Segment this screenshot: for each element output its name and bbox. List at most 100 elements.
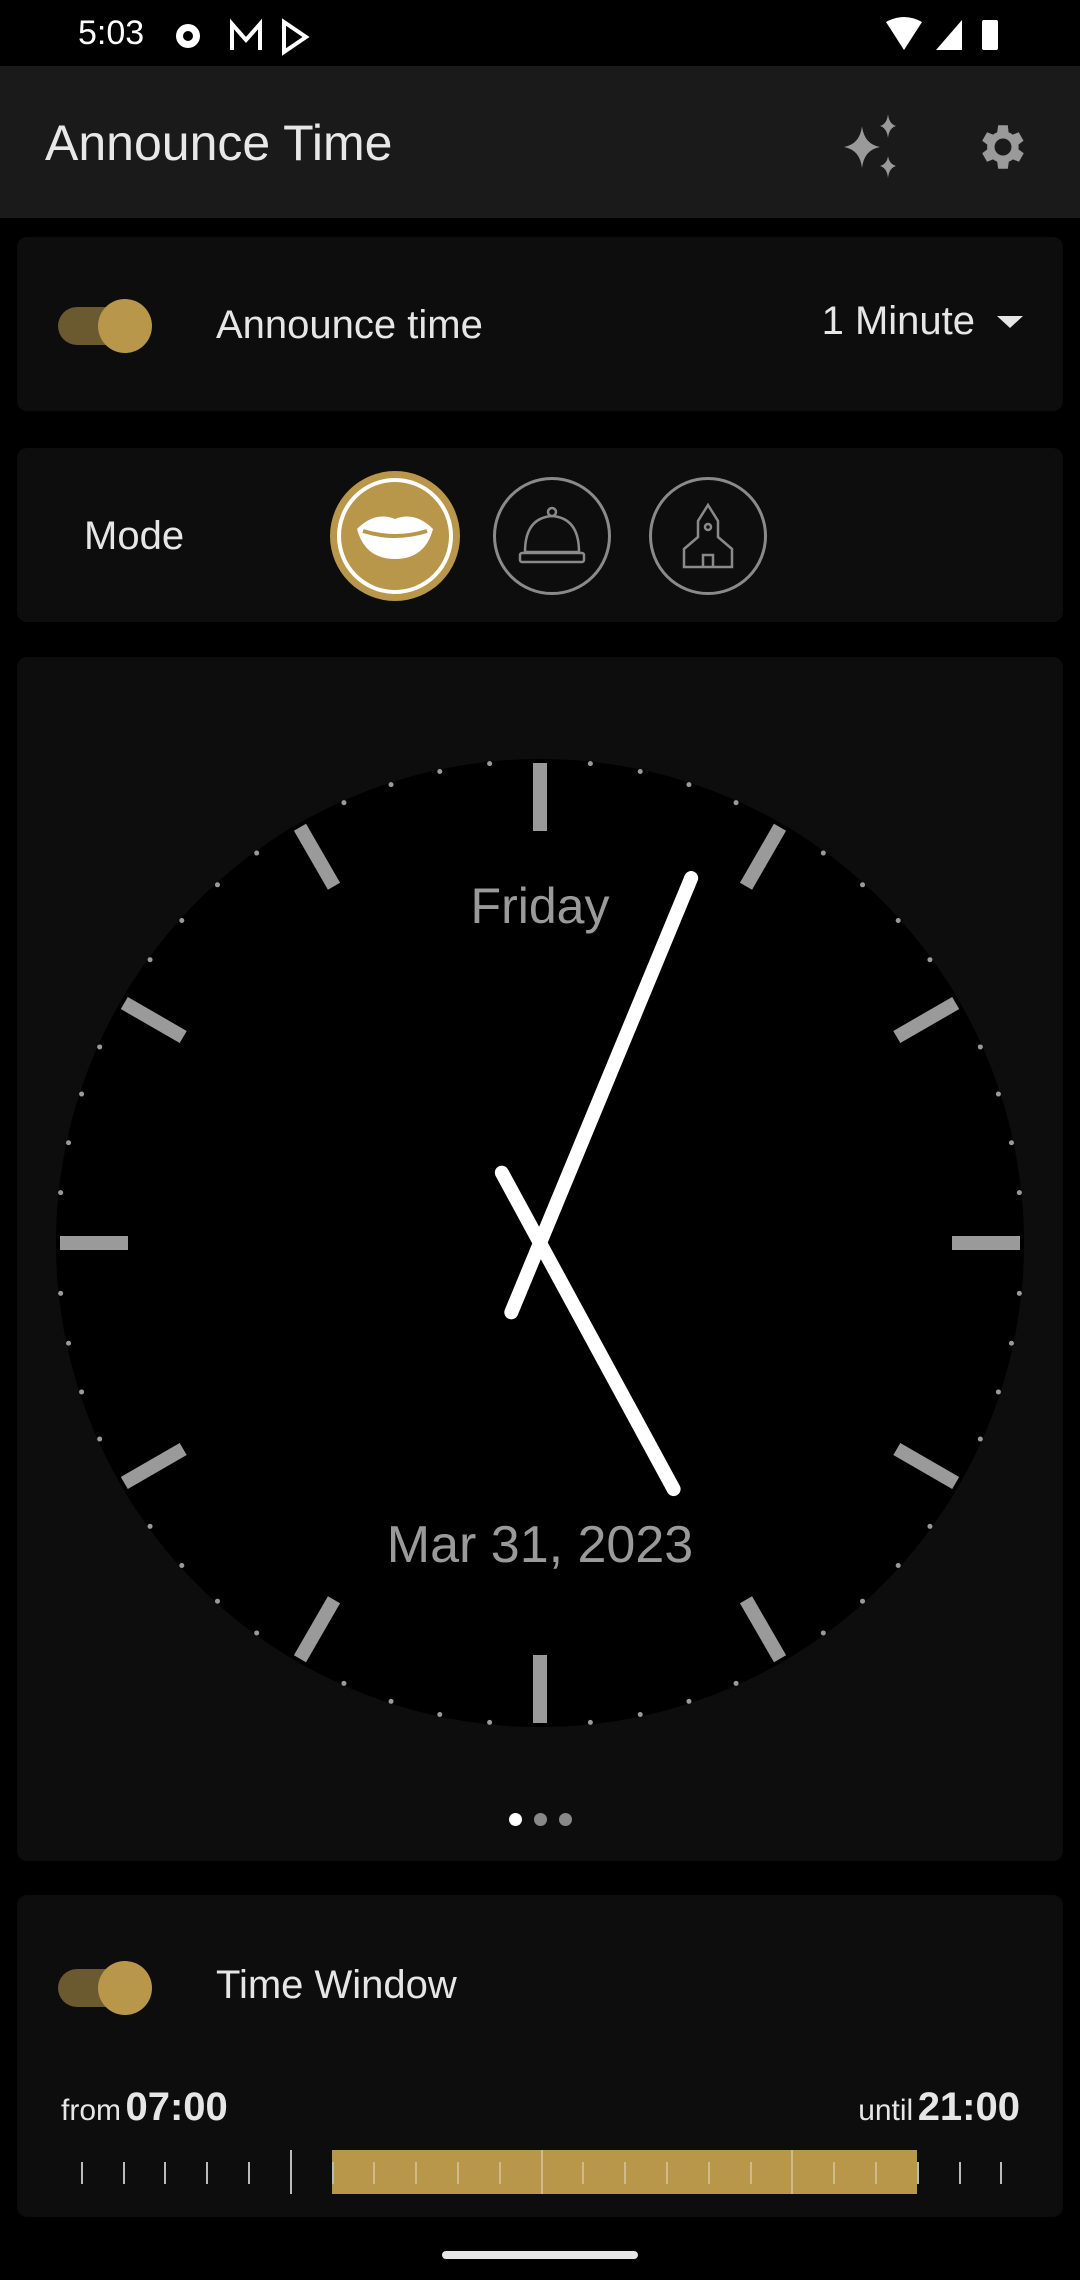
from-label: from bbox=[61, 2094, 121, 2127]
minute-dot bbox=[995, 1091, 1001, 1097]
clock-date: Mar 31, 2023 bbox=[386, 1516, 694, 1574]
until-value: 21:00 bbox=[917, 2085, 1020, 2129]
from-time[interactable]: from 07:00 bbox=[61, 2085, 228, 2130]
minute-dot bbox=[487, 1719, 493, 1725]
mode-label: Mode bbox=[84, 514, 185, 558]
hour-tick bbox=[540, 2150, 543, 2194]
page-dot[interactable] bbox=[533, 1813, 547, 1826]
hour-tick bbox=[457, 2162, 459, 2184]
mode-bell-button[interactable] bbox=[493, 477, 611, 595]
minute-dot bbox=[147, 957, 153, 963]
hour-tick bbox=[1000, 2162, 1003, 2184]
page-dot[interactable] bbox=[558, 1813, 572, 1826]
hour-tick bbox=[206, 2162, 209, 2184]
hour-tick bbox=[415, 2162, 418, 2184]
minute-dot bbox=[977, 1436, 983, 1442]
wifi-icon bbox=[886, 17, 922, 50]
page-dot[interactable] bbox=[508, 1813, 522, 1826]
announce-toggle[interactable] bbox=[58, 295, 154, 355]
status-bar: 5:03 bbox=[0, 0, 1080, 66]
from-value: 07:00 bbox=[125, 2085, 228, 2129]
interval-value: 1 Minute bbox=[821, 299, 975, 343]
minute-dot bbox=[820, 850, 826, 856]
minute-dot bbox=[637, 1711, 643, 1717]
chevron-down-icon bbox=[997, 315, 1023, 328]
hour-tick bbox=[916, 2162, 919, 2184]
minute-dot bbox=[388, 1698, 394, 1704]
home-indicator[interactable] bbox=[442, 2251, 638, 2259]
hour-tick bbox=[749, 2162, 752, 2184]
battery-icon bbox=[982, 20, 998, 50]
settings-icon[interactable] bbox=[974, 118, 1032, 176]
mode-speech-button[interactable] bbox=[330, 471, 460, 601]
minute-dot bbox=[487, 761, 493, 767]
hour-tick bbox=[875, 2162, 877, 2184]
hour-tick bbox=[624, 2162, 627, 2184]
church-icon bbox=[682, 502, 734, 569]
status-time: 5:03 bbox=[78, 14, 145, 52]
hour-tick bbox=[833, 2162, 836, 2184]
until-time[interactable]: until 21:00 bbox=[858, 2085, 1020, 2130]
app-bar: Announce Time bbox=[0, 66, 1080, 218]
minute-dot bbox=[79, 1091, 85, 1097]
announce-label: Announce time bbox=[216, 303, 483, 347]
hour-tick bbox=[248, 2162, 250, 2184]
hour-tick bbox=[164, 2162, 167, 2184]
hour-tick bbox=[80, 2162, 83, 2184]
hour-tick bbox=[666, 2162, 668, 2184]
minute-dot bbox=[1008, 1340, 1014, 1346]
signal-icon bbox=[936, 20, 962, 50]
hour-tick bbox=[498, 2162, 501, 2184]
minute-dot bbox=[437, 769, 443, 775]
minute-dot bbox=[58, 1290, 64, 1296]
minute-dot bbox=[97, 1436, 103, 1442]
lips-icon bbox=[357, 516, 433, 559]
minute-dot bbox=[587, 761, 593, 767]
minute-dot bbox=[1016, 1290, 1022, 1296]
minute-dot bbox=[1016, 1190, 1022, 1196]
time-window-slider[interactable] bbox=[17, 2150, 1063, 2200]
minute-dot bbox=[437, 1711, 443, 1717]
minute-dot bbox=[214, 1598, 220, 1604]
minute-dot bbox=[686, 782, 692, 788]
hour-tick bbox=[958, 2162, 961, 2184]
hour-tick bbox=[289, 2150, 292, 2194]
interval-dropdown[interactable]: 1 Minute bbox=[822, 299, 1023, 344]
announce-card: Announce time 1 Minute bbox=[17, 237, 1063, 411]
hour-tick bbox=[791, 2150, 794, 2194]
analog-clock[interactable] bbox=[17, 657, 1063, 1861]
hour-tick bbox=[373, 2162, 376, 2184]
minute-dot bbox=[860, 1598, 866, 1604]
minute-dot bbox=[388, 782, 394, 788]
time-window-toggle[interactable] bbox=[58, 1957, 154, 2017]
minute-dot bbox=[977, 1044, 983, 1050]
hour-tick bbox=[707, 2162, 710, 2184]
service-bell-icon bbox=[518, 506, 586, 564]
minute-dot bbox=[820, 1630, 826, 1636]
mode-card: Mode bbox=[17, 448, 1063, 622]
time-window-card: Time Window from 07:00 until 21:00 bbox=[17, 1895, 1063, 2217]
status-notification-icons bbox=[176, 18, 310, 56]
minute-dot bbox=[927, 957, 933, 963]
status-system-icons bbox=[886, 17, 998, 50]
sparkle-icon[interactable] bbox=[838, 114, 904, 180]
minute-dot bbox=[66, 1340, 72, 1346]
minute-dot bbox=[686, 1698, 692, 1704]
clock-card: Friday Mar 31, 2023 bbox=[17, 657, 1063, 1861]
minute-dot bbox=[254, 850, 260, 856]
gear-icon bbox=[176, 24, 200, 48]
minute-dot bbox=[254, 1630, 260, 1636]
minute-dot bbox=[733, 1680, 739, 1686]
hour-tick bbox=[582, 2162, 585, 2184]
gmail-icon bbox=[230, 18, 262, 50]
hour-tick bbox=[331, 2162, 334, 2184]
minute-dot bbox=[1008, 1140, 1014, 1146]
time-window-label: Time Window bbox=[216, 1963, 457, 2007]
mode-church-button[interactable] bbox=[649, 477, 767, 595]
until-label: until bbox=[858, 2094, 914, 2127]
app-title: Announce Time bbox=[45, 115, 393, 171]
minute-dot bbox=[97, 1044, 103, 1050]
minute-dot bbox=[66, 1140, 72, 1146]
minute-dot bbox=[637, 769, 643, 775]
hour-tick bbox=[122, 2162, 125, 2184]
